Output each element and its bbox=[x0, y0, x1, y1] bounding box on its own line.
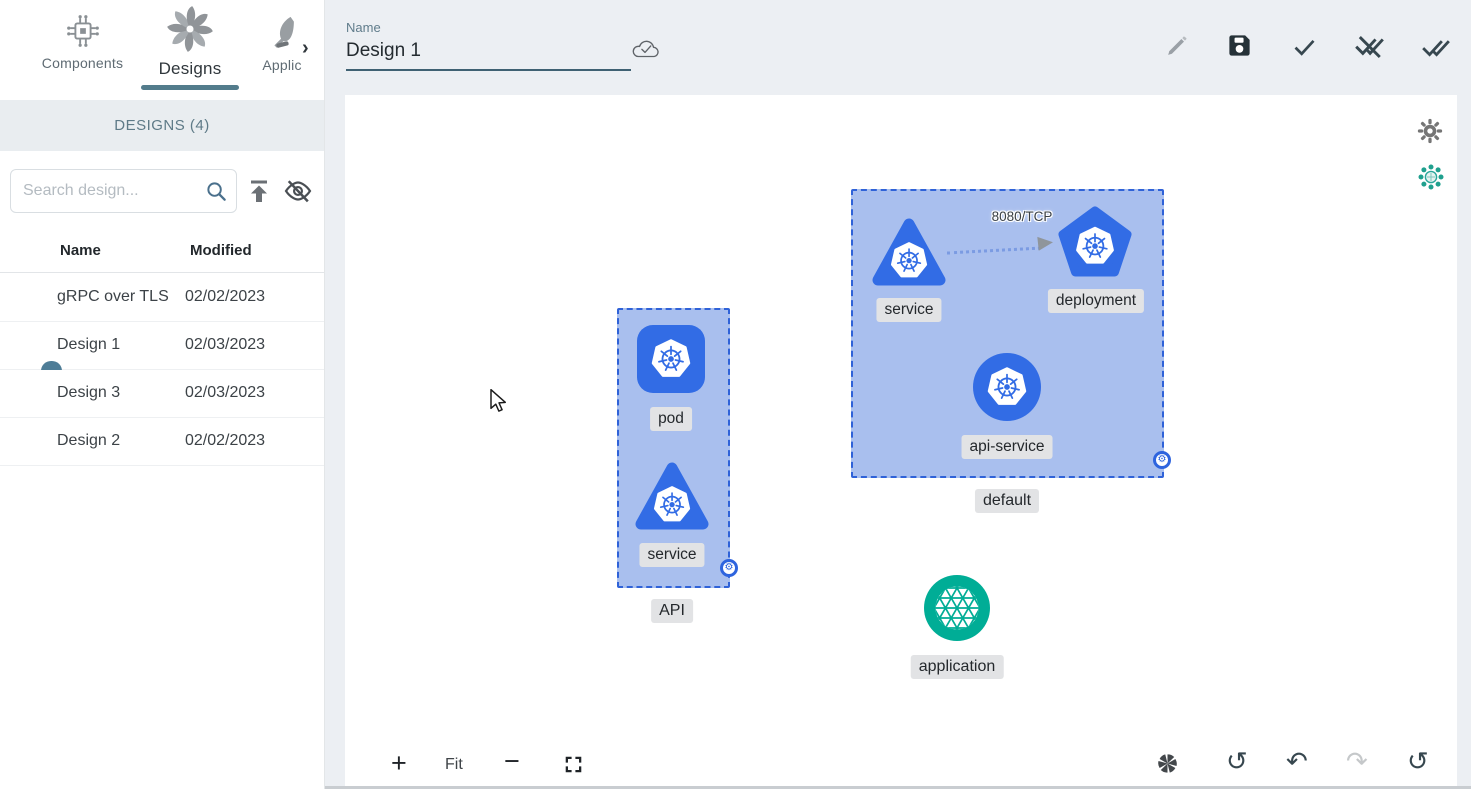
design-modified: 02/02/2023 bbox=[185, 432, 265, 450]
left-panel: Components Designs Applic › DESIGNS bbox=[0, 0, 325, 789]
meshsync-icon[interactable] bbox=[1418, 164, 1444, 190]
check-icon[interactable] bbox=[1291, 33, 1318, 60]
node-label: api-service bbox=[962, 435, 1053, 459]
node-service-api[interactable] bbox=[634, 459, 710, 533]
node-api-service[interactable] bbox=[973, 353, 1041, 421]
column-header-modified: Modified bbox=[190, 242, 252, 259]
rotate-left-icon[interactable]: ↺ bbox=[1226, 748, 1248, 774]
publish-icon[interactable] bbox=[245, 177, 273, 205]
deploy-double-check-icon[interactable] bbox=[1422, 33, 1450, 61]
designs-section-header: DESIGNS (4) bbox=[0, 100, 324, 151]
chevron-right-icon[interactable]: › bbox=[302, 37, 309, 60]
search-icon[interactable] bbox=[205, 180, 228, 203]
table-header-row: Name Modified bbox=[0, 232, 324, 273]
node-service-default[interactable] bbox=[871, 215, 947, 289]
node-label: pod bbox=[650, 407, 692, 431]
table-row[interactable]: gRPC over TLS 02/02/2023 bbox=[0, 274, 324, 322]
reset-view-icon[interactable]: ↺ bbox=[1407, 748, 1429, 774]
design-modified: 02/03/2023 bbox=[185, 384, 265, 402]
design-name: Design 2 bbox=[57, 432, 120, 450]
redo-icon[interactable]: ↷ bbox=[1346, 748, 1368, 774]
visibility-off-icon[interactable] bbox=[283, 179, 313, 203]
design-name: gRPC over TLS bbox=[57, 288, 169, 306]
table-row[interactable]: Design 3 02/03/2023 bbox=[0, 370, 324, 418]
undo-icon[interactable]: ↶ bbox=[1286, 748, 1308, 774]
undeploy-crossed-check-icon[interactable] bbox=[1355, 31, 1384, 60]
search-box bbox=[10, 169, 237, 213]
node-label: service bbox=[639, 543, 704, 567]
zoom-out-button[interactable]: − bbox=[504, 746, 520, 777]
components-chip-icon bbox=[64, 12, 102, 50]
column-header-name: Name bbox=[60, 242, 101, 259]
fit-button[interactable]: Fit bbox=[445, 756, 463, 774]
edit-pencil-icon[interactable] bbox=[1164, 34, 1189, 59]
mouse-cursor bbox=[488, 389, 510, 413]
node-label: deployment bbox=[1048, 289, 1144, 313]
node-deployment[interactable] bbox=[1058, 206, 1132, 278]
save-floppy-icon[interactable] bbox=[1226, 32, 1253, 59]
kubernetes-icon bbox=[649, 337, 693, 381]
design-modified: 02/02/2023 bbox=[185, 288, 265, 306]
table-row[interactable]: Design 2 02/02/2023 bbox=[0, 418, 324, 466]
tab-designs[interactable]: Designs bbox=[140, 4, 240, 90]
design-name-input[interactable] bbox=[346, 38, 631, 71]
node-pod[interactable] bbox=[637, 325, 705, 393]
node-label: service bbox=[876, 298, 941, 322]
edge-port-label: 8080/TCP bbox=[992, 209, 1053, 224]
node-application[interactable] bbox=[924, 575, 990, 641]
fullscreen-icon[interactable] bbox=[564, 755, 583, 774]
screenshot-shutter-icon[interactable] bbox=[1156, 752, 1179, 775]
zoom-in-button[interactable]: + bbox=[391, 748, 407, 779]
settings-gear-icon[interactable] bbox=[1416, 117, 1444, 145]
group-label: API bbox=[651, 599, 693, 623]
cloud-done-icon bbox=[631, 37, 661, 61]
design-name: Design 3 bbox=[57, 384, 120, 402]
group-config-badge[interactable]: ⚙ bbox=[720, 559, 738, 577]
group-label: default bbox=[975, 489, 1039, 513]
tab-components-label: Components bbox=[25, 55, 140, 71]
applications-icon bbox=[265, 14, 299, 52]
search-input[interactable] bbox=[23, 182, 205, 200]
kubernetes-icon bbox=[985, 365, 1029, 409]
design-modified: 02/03/2023 bbox=[185, 336, 265, 354]
node-label: application bbox=[911, 655, 1004, 679]
design-name: Design 1 bbox=[57, 336, 120, 354]
name-field-label: Name bbox=[346, 20, 381, 35]
edge-arrowhead bbox=[1037, 235, 1053, 250]
tab-designs-label: Designs bbox=[140, 59, 240, 79]
group-config-badge[interactable]: ⚙ bbox=[1153, 451, 1171, 469]
designs-pinwheel-icon bbox=[165, 4, 215, 54]
tab-components[interactable]: Components bbox=[25, 12, 140, 71]
active-tab-underline bbox=[141, 85, 239, 90]
